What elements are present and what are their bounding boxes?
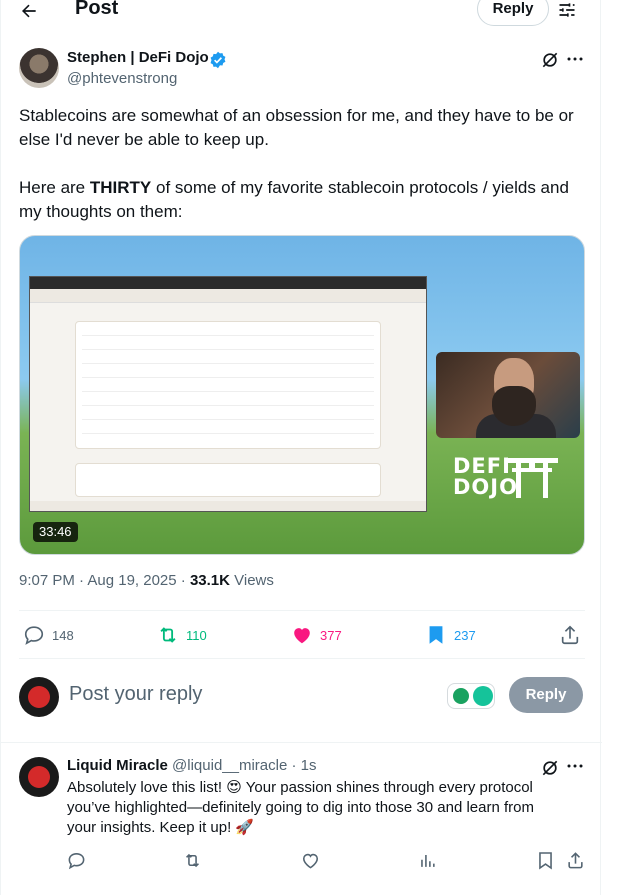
reply-icon[interactable] xyxy=(67,851,86,870)
post-timestamp[interactable]: 9:07 PM · Aug 19, 2025 · xyxy=(19,572,190,589)
extension-badges[interactable] xyxy=(447,683,495,709)
post-meta: 9:07 PM · Aug 19, 2025 · 33.1K Views xyxy=(19,572,274,589)
video-screen-capture xyxy=(29,276,427,512)
bookmark-icon[interactable] xyxy=(536,851,555,870)
main-column: Post Reply Stephen | DeFi Dojo @phtevens… xyxy=(0,0,602,895)
views-label: Views xyxy=(229,572,274,589)
heart-icon[interactable] xyxy=(301,851,320,870)
reply-count: 148 xyxy=(52,627,74,643)
grok-icon[interactable] xyxy=(540,758,560,778)
back-arrow-icon[interactable] xyxy=(19,1,39,21)
repost-icon xyxy=(157,624,179,646)
reply-submit-button[interactable]: Reply xyxy=(509,677,583,713)
reply-input[interactable]: Post your reply xyxy=(69,683,202,706)
repost-icon[interactable] xyxy=(183,851,202,870)
share-action[interactable] xyxy=(559,624,581,646)
commenter-name[interactable]: Liquid Miracle xyxy=(67,757,168,774)
video-duration: 33:46 xyxy=(33,522,78,542)
header-reply-button[interactable]: Reply xyxy=(477,0,549,26)
tweet-text-span: Here are xyxy=(19,178,90,197)
grok-icon[interactable] xyxy=(540,50,560,70)
author-handle[interactable]: @phtevenstrong xyxy=(67,70,177,87)
views-icon[interactable] xyxy=(418,851,437,870)
tweet-paragraph-1: Stablecoins are somewhat of an obsession… xyxy=(19,106,574,149)
verified-icon xyxy=(209,51,227,69)
video-thumbnail[interactable]: DEFI DOJO xyxy=(19,235,585,555)
page-title: Post xyxy=(75,0,119,19)
current-user-avatar[interactable] xyxy=(19,677,59,717)
heart-icon xyxy=(291,624,313,646)
like-action[interactable]: 377 xyxy=(291,624,342,646)
bookmark-count: 237 xyxy=(454,627,476,643)
tweet-text: Stablecoins are somewhat of an obsession… xyxy=(19,104,589,224)
like-count: 377 xyxy=(320,627,342,643)
author-name[interactable]: Stephen | DeFi Dojo xyxy=(67,49,209,66)
view-count: 33.1K xyxy=(189,572,230,589)
torii-gate-icon xyxy=(504,454,560,498)
tweet-bold-span: THIRTY xyxy=(89,178,152,197)
extension-icon[interactable] xyxy=(453,688,469,704)
more-icon[interactable] xyxy=(566,52,584,66)
divider xyxy=(1,742,602,743)
share-icon[interactable] xyxy=(566,851,585,870)
author-avatar[interactable] xyxy=(19,48,59,88)
tweet-paragraph-2: Here are THIRTY of some of my favorite s… xyxy=(19,176,589,224)
bookmark-action[interactable]: 237 xyxy=(425,624,476,646)
comment-header: Liquid Miracle @liquid__miracle · 1s xyxy=(67,757,316,774)
post-header: Post Reply xyxy=(1,0,602,26)
filter-icon[interactable] xyxy=(557,0,577,20)
grammarly-icon[interactable] xyxy=(473,686,493,706)
divider xyxy=(19,610,585,611)
more-icon[interactable] xyxy=(566,759,584,773)
repost-action[interactable]: 110 xyxy=(157,624,207,646)
share-icon xyxy=(559,624,581,646)
bookmark-icon xyxy=(425,624,447,646)
comment-text: Absolutely love this list! 😍 Your passio… xyxy=(67,779,534,836)
reply-icon xyxy=(23,624,45,646)
webcam-overlay xyxy=(436,352,580,438)
divider xyxy=(19,658,585,659)
commenter-handle[interactable]: @liquid__miracle · 1s xyxy=(172,757,316,774)
commenter-avatar[interactable] xyxy=(19,757,59,797)
reply-action[interactable]: 148 xyxy=(23,624,74,646)
repost-count: 110 xyxy=(186,627,207,643)
